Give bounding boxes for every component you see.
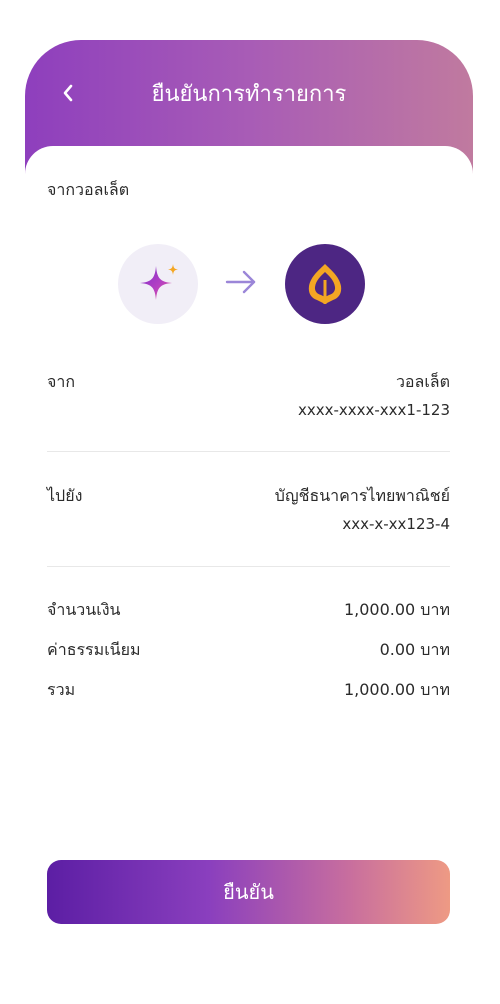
to-bank-name: บัญชีธนาคารไทยพาณิชย์ — [274, 486, 450, 505]
bank-avatar — [285, 244, 365, 324]
wallet-avatar — [118, 244, 198, 324]
divider — [47, 566, 450, 567]
from-account-number: xxxx-xxxx-xxx1-123 — [297, 401, 450, 419]
amount-label: จำนวนเงิน — [47, 600, 121, 619]
amount-value: 1,000.00 บาท — [343, 600, 450, 619]
fee-label: ค่าธรรมเนียม — [47, 640, 141, 659]
total-label: รวม — [47, 680, 76, 699]
from-label: จาก — [47, 372, 76, 391]
confirm-button[interactable]: ยืนยัน — [47, 860, 450, 924]
divider — [47, 451, 450, 452]
from-name: วอลเล็ต — [395, 372, 450, 391]
sparkle-icon — [140, 264, 178, 300]
arrow-right-icon — [225, 270, 256, 294]
fee-value: 0.00 บาท — [379, 640, 450, 659]
to-account-number: xxx-x-xx123-4 — [342, 515, 450, 533]
to-label: ไปยัง — [47, 486, 83, 505]
page-title: ยืนยันการทำรายการ — [151, 82, 347, 107]
bank-logo-icon — [308, 264, 342, 304]
source-section-label: จากวอลเล็ต — [47, 180, 130, 199]
total-value: 1,000.00 บาท — [343, 680, 450, 699]
